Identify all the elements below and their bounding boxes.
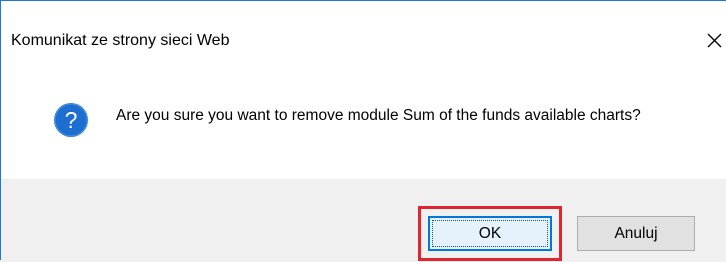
dialog-title: Komunikat ze strony sieci Web	[11, 32, 230, 49]
dialog-footer: OK Anuluj	[1, 179, 726, 262]
question-icon: ?	[54, 103, 88, 137]
svg-text:?: ?	[65, 107, 78, 133]
cancel-button[interactable]: Anuluj	[577, 216, 695, 251]
cancel-button-label: Anuluj	[614, 225, 658, 242]
dialog-message: Are you sure you want to remove module S…	[116, 107, 641, 124]
close-icon	[707, 33, 722, 48]
dialog-body: ? Are you sure you want to remove module…	[1, 87, 726, 179]
ok-button-label: OK	[478, 225, 502, 242]
dialog-titlebar[interactable]: Komunikat ze strony sieci Web	[1, 1, 726, 87]
close-button[interactable]	[701, 25, 726, 55]
ok-button[interactable]: OK	[428, 216, 552, 251]
confirm-dialog: Komunikat ze strony sieci Web ? Are you …	[0, 0, 726, 262]
